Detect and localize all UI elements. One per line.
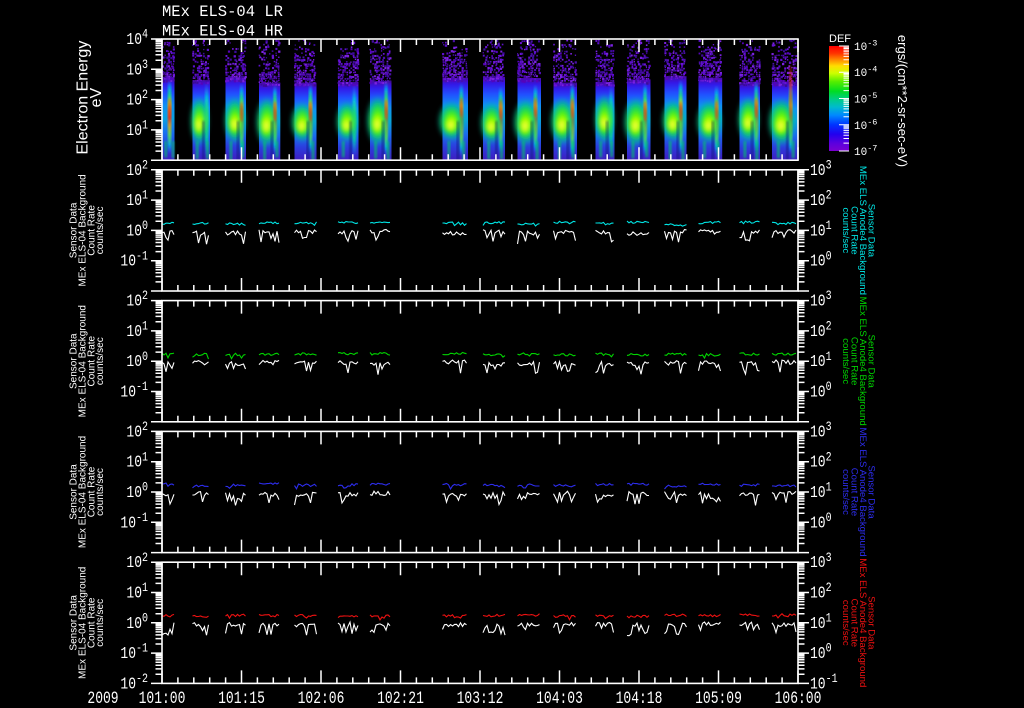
- svg-text:counts/sec: counts/sec: [840, 600, 851, 646]
- svg-text:2009: 2009: [87, 688, 118, 708]
- svg-text:counts/sec: counts/sec: [95, 599, 106, 647]
- svg-text:counts/sec: counts/sec: [95, 206, 106, 254]
- svg-text:counts/sec: counts/sec: [95, 337, 106, 385]
- svg-text:counts/sec: counts/sec: [840, 207, 851, 253]
- svg-text:102:06: 102:06: [298, 688, 345, 708]
- svg-text:105:09: 105:09: [695, 688, 742, 708]
- svg-text:ergs/(cm**2-sr-sec-eV): ergs/(cm**2-sr-sec-eV): [895, 35, 910, 167]
- svg-text:106:00: 106:00: [775, 688, 822, 708]
- svg-text:MEx ELS-04 HR: MEx ELS-04 HR: [162, 23, 283, 41]
- svg-text:counts/sec: counts/sec: [95, 468, 106, 516]
- svg-text:101:15: 101:15: [218, 688, 265, 708]
- svg-text:eV: eV: [88, 87, 105, 107]
- svg-text:DEF: DEF: [829, 33, 851, 45]
- svg-text:102:21: 102:21: [377, 688, 424, 708]
- svg-text:103:12: 103:12: [457, 688, 504, 708]
- svg-text:101:00: 101:00: [139, 688, 186, 708]
- svg-text:MEx ELS-04 LR: MEx ELS-04 LR: [162, 3, 283, 21]
- svg-text:104:03: 104:03: [536, 688, 583, 708]
- svg-text:counts/sec: counts/sec: [840, 469, 851, 515]
- svg-text:104:18: 104:18: [616, 688, 663, 708]
- svg-text:counts/sec: counts/sec: [840, 338, 851, 384]
